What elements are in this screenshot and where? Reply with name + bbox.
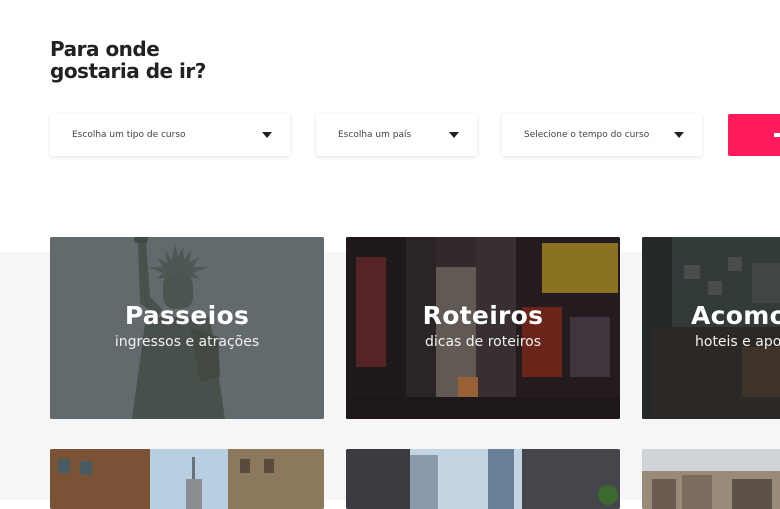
card-title: Roteiros bbox=[422, 301, 544, 330]
category-card-cidade[interactable] bbox=[50, 449, 324, 509]
card-subtitle: dicas de roteiros bbox=[424, 334, 542, 350]
category-card-passeios[interactable]: Passeios ingressos e atrações bbox=[50, 237, 324, 419]
course-type-select[interactable]: Escolha um tipo de curso bbox=[50, 114, 290, 156]
chevron-down-icon bbox=[449, 132, 459, 138]
category-card-skyline[interactable] bbox=[642, 449, 780, 509]
country-select-label: Escolha um país bbox=[338, 130, 412, 140]
card-title: Acomo bbox=[691, 301, 780, 330]
skyscrapers-image bbox=[346, 449, 620, 509]
card-subtitle: ingressos e atrações bbox=[114, 334, 260, 350]
city-skyline-image bbox=[642, 449, 780, 509]
course-time-select[interactable]: Selecione o tempo do curso bbox=[502, 114, 702, 156]
card-subtitle: hoteis e apo bbox=[695, 334, 780, 350]
search-button[interactable] bbox=[728, 114, 780, 156]
search-button-icon bbox=[774, 133, 780, 137]
chevron-down-icon bbox=[674, 132, 684, 138]
page-title: Para onde gostaria de ir? bbox=[50, 38, 206, 82]
country-select[interactable]: Escolha um país bbox=[316, 114, 477, 156]
category-card-roteiros[interactable]: Roteiros dicas de roteiros bbox=[346, 237, 620, 419]
card-title: Passeios bbox=[124, 301, 250, 330]
chevron-down-icon bbox=[262, 132, 272, 138]
page-title-line-2: gostaria de ir? bbox=[50, 59, 206, 83]
course-type-select-label: Escolha um tipo de curso bbox=[72, 130, 186, 140]
page-title-line-1: Para onde bbox=[50, 37, 160, 61]
course-time-select-label: Selecione o tempo do curso bbox=[524, 130, 650, 140]
city-buildings-image bbox=[50, 449, 324, 509]
category-card-acomodacoes[interactable]: Acomo hoteis e apo bbox=[642, 237, 780, 419]
category-card-predios[interactable] bbox=[346, 449, 620, 509]
